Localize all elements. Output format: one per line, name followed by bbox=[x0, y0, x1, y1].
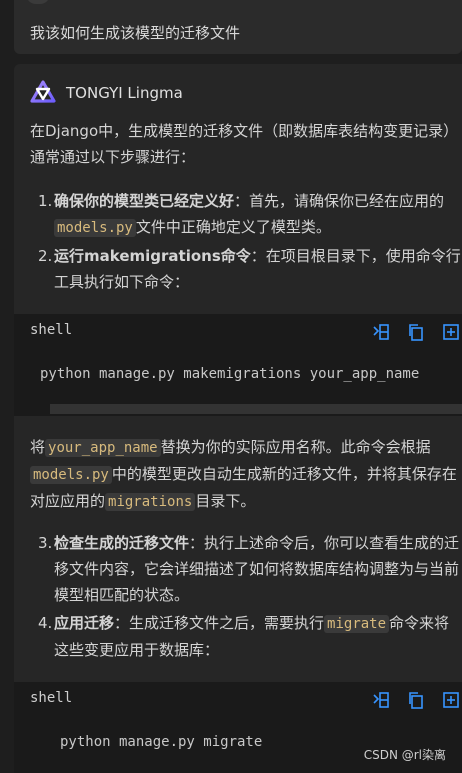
code-language-label: shell bbox=[30, 690, 73, 706]
new-file-icon[interactable] bbox=[442, 691, 460, 709]
copy-icon[interactable] bbox=[407, 323, 425, 341]
tongyi-logo-icon bbox=[30, 80, 56, 103]
insert-at-cursor-icon[interactable] bbox=[372, 691, 390, 709]
user-message: 我该如何生成该模型的迁移文件 bbox=[14, 0, 462, 54]
inline-code: your_app_name bbox=[45, 439, 161, 457]
step-item: 3. 检查生成的迁移文件：执行上述命令后，你可以查看生成的迁移文件内容，它会详细描… bbox=[38, 534, 460, 604]
inline-code: migrate bbox=[324, 615, 390, 633]
steps-list-1: 1. 确保你的模型类已经定义好：首先，请确保你已经在应用的models.py 文件中… bbox=[38, 188, 462, 295]
assistant-reply: TONGYI Lingma 在Django中，生成模型的迁移文件（即数据库表结构… bbox=[14, 64, 462, 773]
assistant-name: TONGYI Lingma bbox=[66, 84, 183, 102]
code-content: python manage.py migrate bbox=[60, 734, 263, 750]
code-block: shell python manage.py makemigrations yo… bbox=[14, 314, 462, 416]
inline-code: models.py bbox=[54, 219, 136, 237]
user-message-text: 我该如何生成该模型的迁移文件 bbox=[30, 24, 241, 42]
reply-header: TONGYI Lingma bbox=[30, 78, 183, 108]
step-item: 2. 运行makemigrations命令：在项目根目录下，使用命令行工具执行如下… bbox=[38, 247, 461, 291]
code-content: python manage.py makemigrations your_app… bbox=[40, 366, 420, 382]
step-item: 1. 确保你的模型类已经定义好：首先，请确保你已经在应用的models.py 文件中… bbox=[38, 192, 445, 237]
copy-icon[interactable] bbox=[407, 691, 425, 709]
insert-at-cursor-icon[interactable] bbox=[372, 323, 390, 341]
new-file-icon[interactable] bbox=[442, 323, 460, 341]
steps-list-2: 3. 检查生成的迁移文件：执行上述命令后，你可以查看生成的迁移文件内容，它会详细描… bbox=[38, 530, 462, 663]
inline-code: migrations bbox=[105, 493, 196, 511]
step-item: 4. 应用迁移：生成迁移文件之后，需要执行 migrate 命令来将这些变更应用于数据… bbox=[38, 614, 450, 659]
reply-paragraph: 将 your_app_name 替换为你的实际应用名称。此命令会根据models.p… bbox=[30, 438, 457, 511]
code-block-header: shell bbox=[14, 314, 462, 348]
code-language-label: shell bbox=[30, 322, 73, 338]
user-avatar bbox=[26, 0, 50, 4]
inline-code: models.py bbox=[30, 466, 112, 484]
watermark: CSDN @rl染离 bbox=[363, 748, 446, 762]
horizontal-scrollbar[interactable] bbox=[50, 404, 462, 414]
reply-intro: 在Django中，生成模型的迁移文件（即数据库表结构变更记录）通常通过以下步骤进… bbox=[30, 122, 459, 166]
code-block-header: shell bbox=[14, 682, 462, 716]
